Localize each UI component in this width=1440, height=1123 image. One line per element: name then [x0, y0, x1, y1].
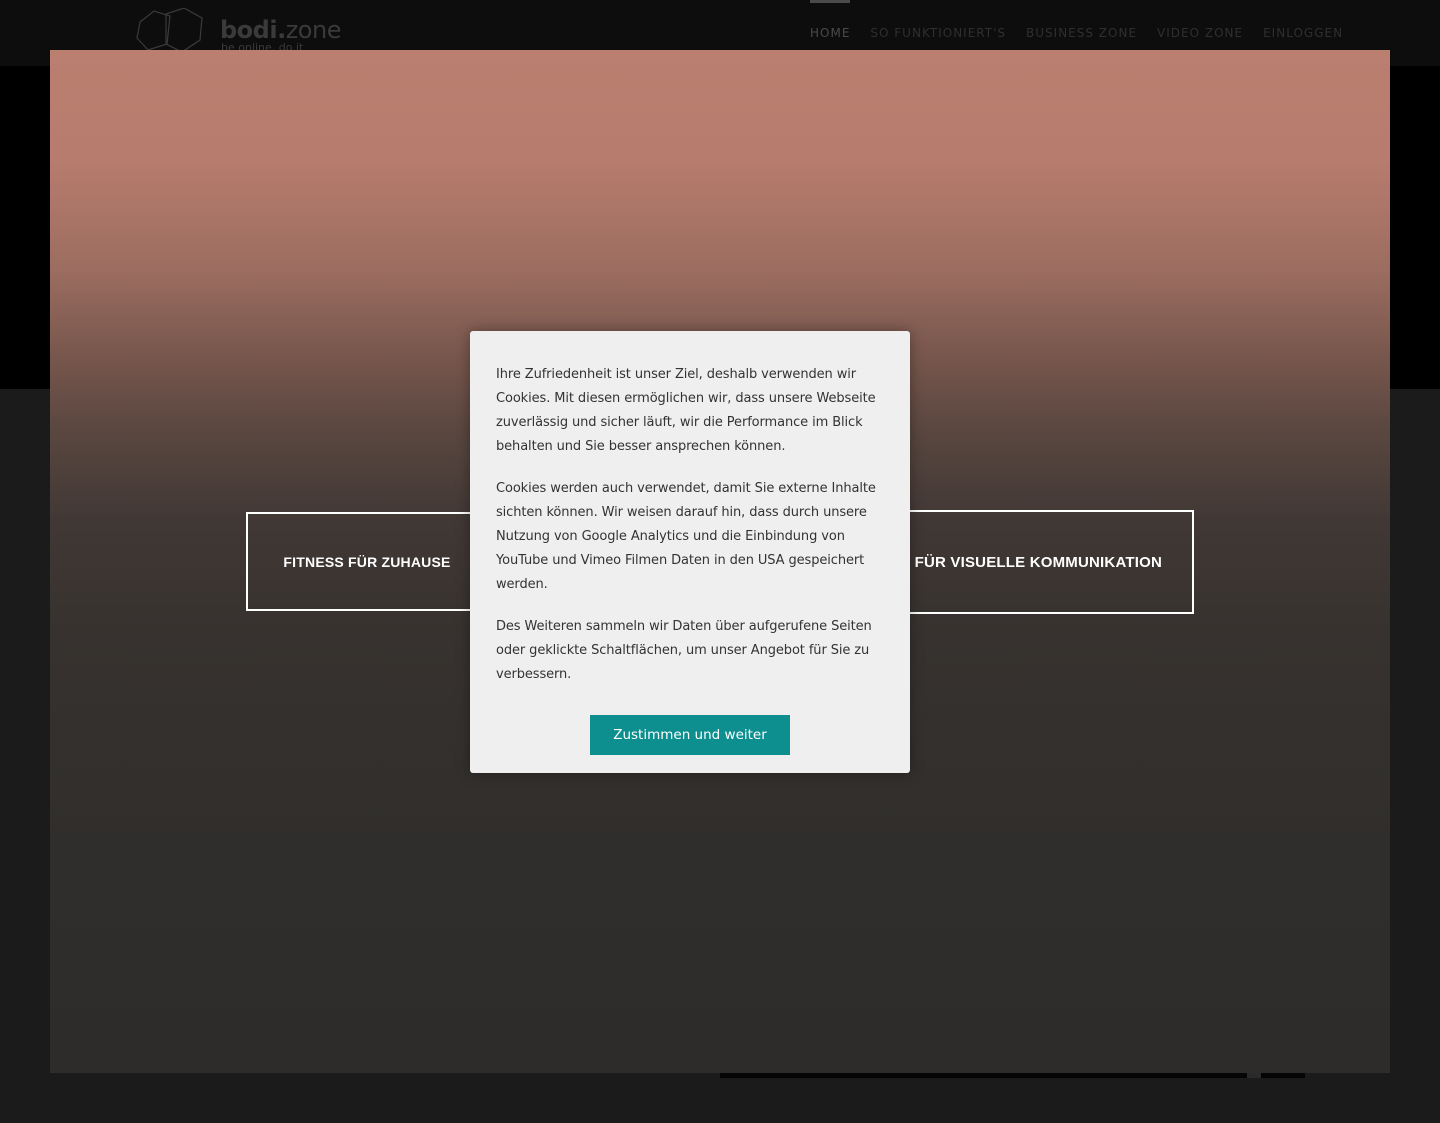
cookie-text-3: Des Weiteren sammeln wir Daten über aufg…	[496, 619, 872, 682]
page-bottom-strip	[720, 1073, 1305, 1078]
fitness-button[interactable]: FITNESS FÜR ZUHAUSE	[246, 512, 506, 611]
cookie-text-1: Ihre Zufriedenheit ist unser Ziel, desha…	[496, 367, 876, 454]
studio-button[interactable]: DIO FÜR VISUELLE KOMMUNIKATION	[883, 510, 1194, 614]
accept-cookies-button[interactable]: Zustimmen und weiter	[590, 715, 790, 755]
cookie-dialog: Ihre Zufriedenheit ist unser Ziel, desha…	[470, 331, 910, 773]
cookie-text-2: Cookies werden auch verwendet, damit Sie…	[496, 481, 876, 592]
logo-wordmark: bodi.zone	[220, 16, 341, 44]
